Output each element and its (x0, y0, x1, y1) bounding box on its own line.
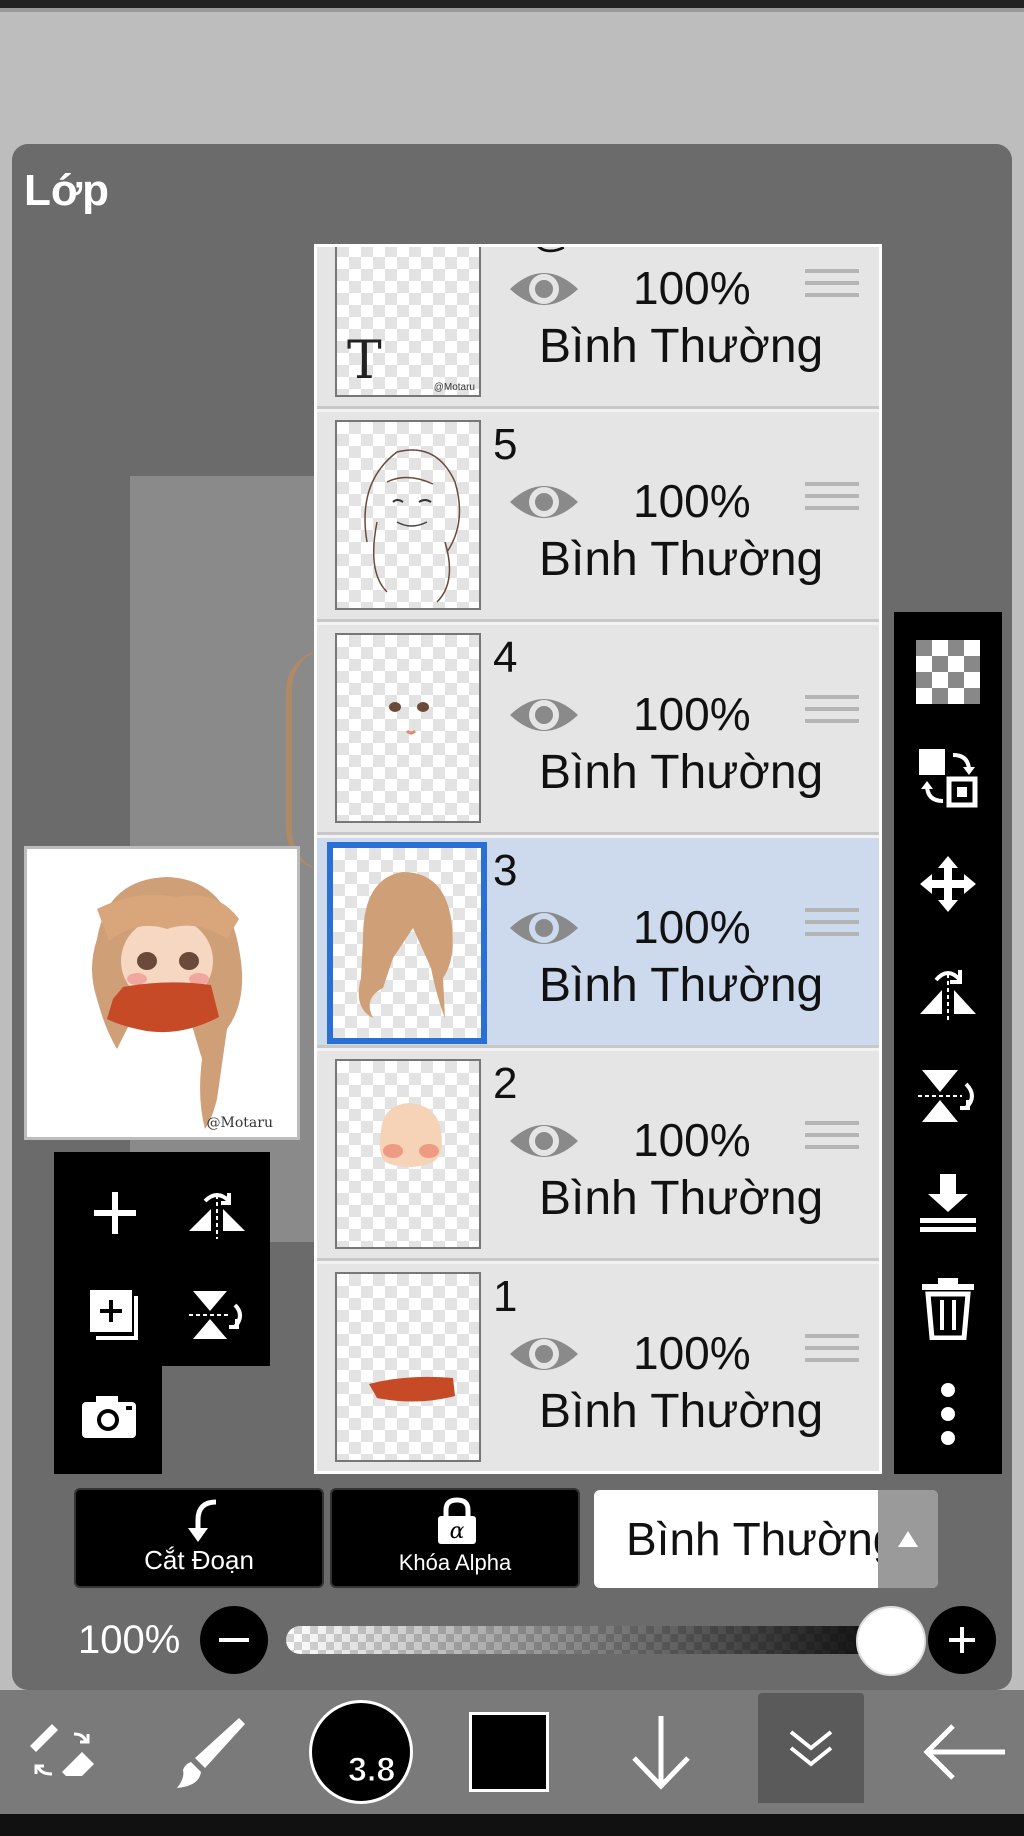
back-arrow-icon[interactable] (914, 1700, 1014, 1804)
opacity-slider[interactable] (286, 1626, 916, 1654)
layer-item[interactable]: 4 100% Bình Thường (317, 625, 879, 835)
canvas-preview[interactable]: @Motaru (24, 846, 300, 1140)
brush-size-button[interactable]: 3.8 (306, 1700, 416, 1804)
drag-handle-icon[interactable] (805, 482, 859, 522)
layer-name: 2 (493, 1059, 518, 1108)
merge-down-icon[interactable] (904, 1158, 992, 1246)
alpha-lock-button[interactable]: α Khóa Alpha (330, 1488, 580, 1588)
blend-mode-select[interactable]: Bình Thường (594, 1490, 938, 1588)
brush-icon[interactable] (164, 1700, 254, 1804)
move-icon[interactable] (904, 840, 992, 928)
visibility-eye-icon[interactable] (507, 476, 581, 528)
blend-mode-value: Bình Thường (626, 1513, 899, 1565)
layer-opacity: 100% (633, 901, 751, 953)
top-edge-shade (0, 8, 1024, 12)
layer-blend-mode: Bình Thường (539, 746, 824, 799)
arrow-down-icon[interactable] (616, 1700, 706, 1804)
swap-layer-icon[interactable] (904, 734, 992, 822)
layer-thumbnail (335, 1059, 481, 1249)
layer-blend-mode: Bình Thường (539, 533, 824, 586)
layer-opacity: 100% (633, 262, 751, 314)
layer-blend-mode: Bình Thường (539, 1385, 824, 1438)
delete-icon[interactable] (904, 1264, 992, 1352)
layer-item[interactable]: 2 100% Bình Thường (317, 1051, 879, 1261)
increase-opacity-button[interactable] (928, 1606, 996, 1674)
right-toolbar (894, 612, 1002, 1474)
lock-icon: α (438, 1497, 476, 1544)
more-icon[interactable] (904, 1370, 992, 1458)
layer-thumbnail (335, 1272, 481, 1462)
visibility-eye-icon[interactable] (507, 902, 581, 954)
brush-size-indicator: 3.8 (309, 1700, 413, 1804)
layer-item-selected[interactable]: 3 100% Bình Thường (317, 838, 879, 1048)
visibility-eye-icon[interactable] (507, 1115, 581, 1167)
layer-item[interactable]: T @Motaru 6:@Motaru 100% Bình Thường (317, 247, 879, 409)
layer-opacity: 100% (633, 475, 751, 527)
layer-thumbnail: T @Motaru (335, 247, 481, 397)
transparency-icon[interactable] (904, 628, 992, 716)
chevron-up-icon[interactable] (878, 1490, 938, 1588)
opacity-slider-knob[interactable] (856, 1606, 926, 1676)
layers-tab-button[interactable] (758, 1693, 864, 1803)
layer-thumbnail (335, 420, 481, 610)
clipping-label: Cắt Đoạn (144, 1545, 254, 1575)
drag-handle-icon[interactable] (805, 1121, 859, 1161)
visibility-eye-icon[interactable] (507, 689, 581, 741)
layer-blend-mode: Bình Thường (539, 1172, 824, 1225)
top-edge (0, 0, 1024, 8)
layer-opacity: 100% (633, 1327, 751, 1379)
layer-name: 5 (493, 420, 518, 469)
decrease-opacity-button[interactable] (200, 1606, 268, 1674)
flip-vertical-icon[interactable] (904, 1052, 992, 1140)
layer-list[interactable]: T @Motaru 6:@Motaru 100% Bình Thường 5 1… (314, 244, 882, 1474)
layer-opacity: 100% (633, 1114, 751, 1166)
left-toolbar (54, 1152, 270, 1366)
screen: Lớp @Motaru T @Motaru 100% Bình Thường 5… (0, 0, 1024, 1836)
opacity-value: 100% (78, 1618, 181, 1662)
drag-handle-icon[interactable] (805, 908, 859, 948)
flip-vertical-icon[interactable] (172, 1270, 262, 1360)
camera-icon[interactable] (64, 1372, 154, 1462)
bottom-edge (0, 1814, 1024, 1836)
clipping-button[interactable]: Cắt Đoạn (74, 1488, 324, 1588)
layer-name: 6:@Motaru (493, 247, 711, 257)
minus-icon (219, 1638, 249, 1642)
tool-switch-icon[interactable] (20, 1700, 104, 1804)
panel-title: Lớp (24, 166, 110, 215)
layer-name: 4 (493, 633, 518, 682)
svg-text:α: α (450, 1519, 465, 1544)
drag-handle-icon[interactable] (805, 269, 859, 309)
visibility-eye-icon[interactable] (507, 263, 581, 315)
layer-blend-mode: Bình Thường (539, 320, 824, 373)
flip-icon[interactable] (172, 1168, 262, 1258)
layer-item[interactable]: 5 100% Bình Thường (317, 412, 879, 622)
preview-artwork-icon (92, 877, 243, 1129)
visibility-eye-icon[interactable] (507, 1328, 581, 1380)
alpha-lock-label: Khóa Alpha (398, 1550, 512, 1575)
drag-handle-icon[interactable] (805, 1334, 859, 1374)
layer-name: 1 (493, 1272, 518, 1321)
layer-item[interactable]: 1 100% Bình Thường (317, 1264, 879, 1471)
color-button[interactable] (464, 1700, 554, 1804)
layer-thumbnail (327, 842, 487, 1044)
plus-icon (949, 1627, 975, 1653)
current-color-swatch (469, 1712, 549, 1792)
drag-handle-icon[interactable] (805, 695, 859, 735)
left-toolbar-lower (54, 1366, 162, 1474)
preview-signature: @Motaru (206, 1115, 273, 1131)
layer-thumbnail (335, 633, 481, 823)
clipping-arrow-icon (188, 1499, 217, 1542)
flip-horizontal-icon[interactable] (904, 946, 992, 1034)
add-layer-icon[interactable] (70, 1168, 160, 1258)
layer-blend-mode: Bình Thường (539, 959, 824, 1012)
brush-size-value: 3.8 (347, 1751, 396, 1790)
add-copy-icon[interactable] (70, 1270, 160, 1360)
layer-name: 3 (493, 846, 518, 895)
chevrons-down-icon (758, 1693, 864, 1803)
layer-opacity: 100% (633, 688, 751, 740)
